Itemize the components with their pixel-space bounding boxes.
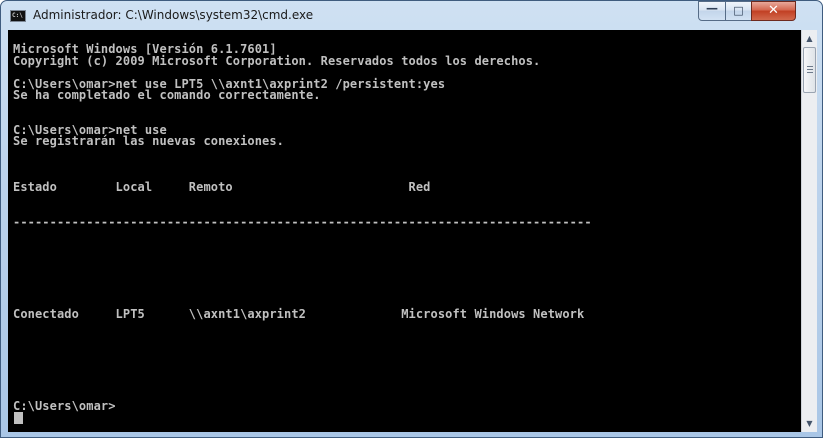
maximize-icon: □	[733, 4, 744, 17]
console-line: Estado Local Remoto Red	[13, 180, 431, 194]
console-window: C:\ Administrador: C:\Windows\system32\c…	[0, 0, 823, 438]
console-line: Copyright (c) 2009 Microsoft Corporation…	[13, 53, 541, 68]
console-output[interactable]: Microsoft Windows [Versión 6.1.7601] Copy…	[8, 30, 801, 432]
window-title: Administrador: C:\Windows\system32\cmd.e…	[33, 8, 314, 22]
command-prompt[interactable]: C:\Users\omar>	[13, 398, 592, 424]
minimize-icon: —	[706, 1, 718, 15]
close-icon: ✕	[768, 3, 779, 18]
cmd-app-icon[interactable]: C:\	[10, 10, 26, 22]
console-line: ----------------------------------------…	[13, 214, 592, 229]
console-text: Microsoft Windows [Versión 6.1.7601] Copy…	[13, 43, 592, 424]
prompt-text: C:\Users\omar>	[13, 398, 116, 413]
minimize-button[interactable]: —	[698, 1, 726, 21]
scrollbar-thumb[interactable]	[803, 47, 816, 93]
maximize-button[interactable]: □	[725, 1, 752, 21]
scroll-up-arrow-icon[interactable]: ▲	[802, 30, 817, 47]
vertical-scrollbar[interactable]: ▲ ▼	[801, 30, 817, 432]
scroll-down-arrow-icon[interactable]: ▼	[802, 415, 817, 432]
title-bar[interactable]: C:\ Administrador: C:\Windows\system32\c…	[1, 1, 822, 30]
console-line: Se registrarán las nuevas conexiones.	[13, 134, 285, 148]
console-line: Se ha completado el comando correctament…	[13, 88, 321, 102]
close-button[interactable]: ✕	[751, 1, 796, 21]
grip-icon	[807, 66, 813, 74]
console-line: Conectado LPT5 \\axnt1\axprint2 Microsof…	[13, 306, 585, 321]
text-cursor	[14, 412, 23, 424]
